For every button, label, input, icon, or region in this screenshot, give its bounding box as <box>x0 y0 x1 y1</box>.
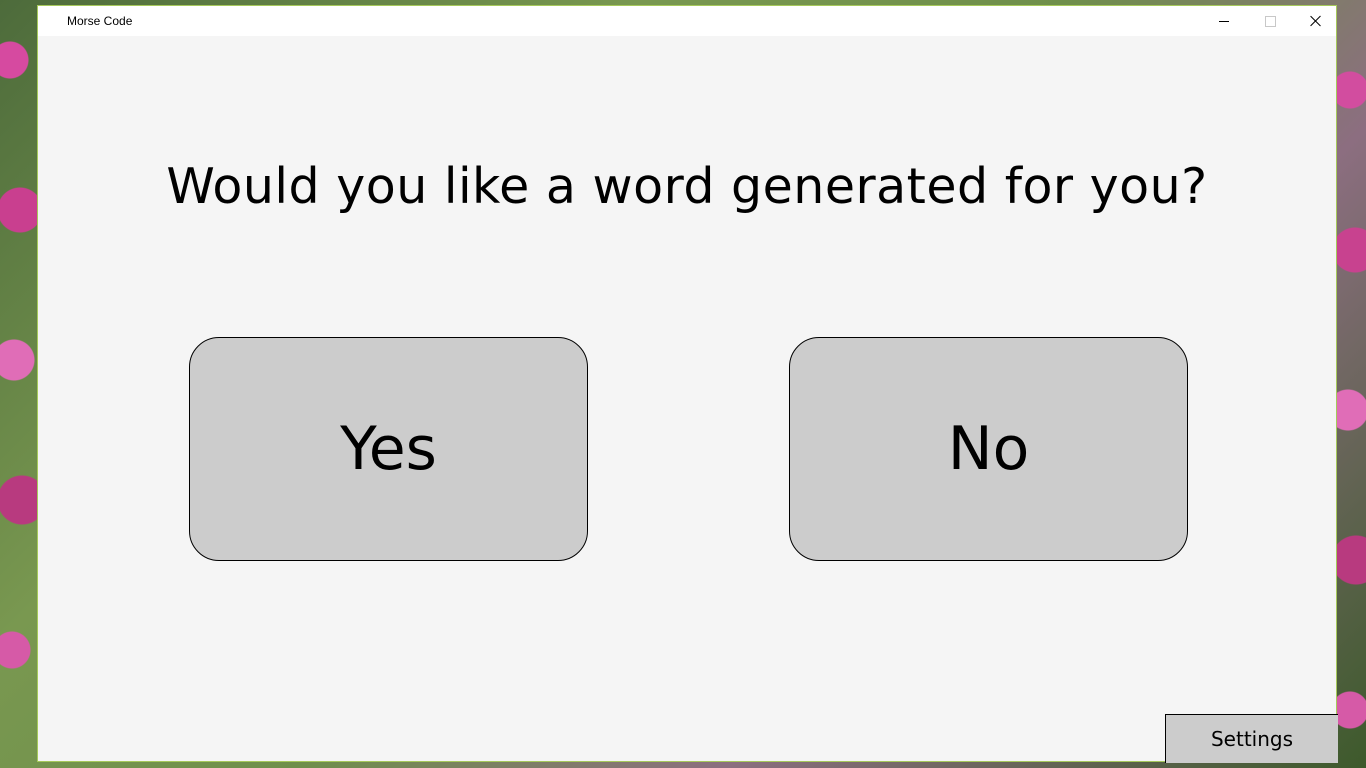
close-button[interactable] <box>1293 6 1339 36</box>
title-bar[interactable]: Morse Code <box>38 6 1336 36</box>
settings-button[interactable]: Settings <box>1165 714 1338 763</box>
minimize-button[interactable] <box>1201 6 1247 36</box>
maximize-button[interactable] <box>1247 6 1293 36</box>
window-title: Morse Code <box>67 14 133 28</box>
yes-button[interactable]: Yes <box>189 337 588 561</box>
minimize-icon <box>1219 20 1229 22</box>
app-window: Morse Code Would you like a word generat… <box>37 5 1338 763</box>
question-heading: Would you like a word generated for you? <box>166 158 1208 215</box>
no-button[interactable]: No <box>789 337 1188 561</box>
close-icon <box>1310 15 1322 27</box>
maximize-icon <box>1264 15 1276 27</box>
